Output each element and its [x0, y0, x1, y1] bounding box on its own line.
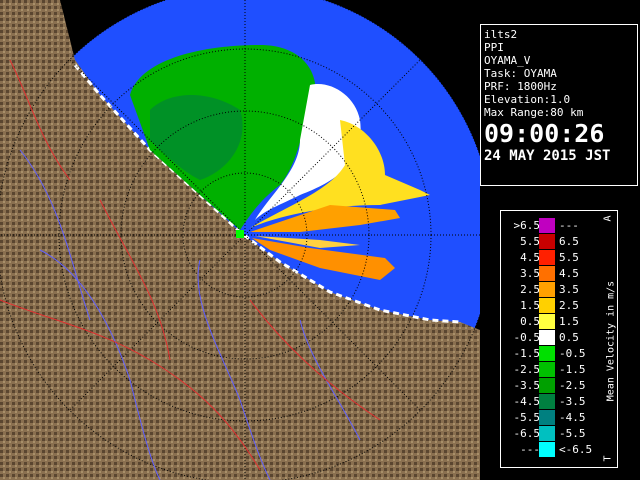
legend-color-swatch [539, 314, 555, 329]
legend-color-swatch [539, 442, 555, 457]
legend-row-lower-label: 5.5 [520, 235, 540, 248]
legend-row: -1.5 -0.5 [501, 346, 601, 361]
legend-color-swatch [539, 218, 555, 233]
legend-row: 1.5 2.5 [501, 298, 601, 313]
legend-row-lower-label: -5.5 [513, 411, 541, 424]
legend-row-upper-label: 6.5 [559, 235, 579, 248]
legend-row: 2.5 3.5 [501, 282, 601, 297]
legend-row-upper-label: <-6.5 [559, 443, 593, 456]
legend-row: -4.5 -3.5 [501, 394, 601, 409]
legend-color-swatch [539, 250, 555, 265]
legend-row: -6.5 -5.5 [501, 426, 601, 441]
info-product: PPI [484, 41, 504, 54]
legend-row-lower-label: >6.5 [513, 219, 541, 232]
legend-row: 5.5 6.5 [501, 234, 601, 249]
info-site: OYAMA_V [484, 54, 531, 67]
legend-title: Mean Velocity in m/s [605, 280, 617, 402]
info-panel: ilts2 PPI OYAMA_V Task: OYAMA PRF: 1800H… [480, 24, 638, 186]
info-date: 24 MAY 2015 JST [484, 148, 611, 164]
legend-row-upper-label: 1.5 [559, 315, 579, 328]
info-radar-name: ilts2 [484, 28, 518, 41]
legend-row: -2.5 -1.5 [501, 362, 601, 377]
info-task: Task: OYAMA [484, 67, 557, 80]
legend-row-upper-label: -2.5 [559, 379, 586, 392]
legend-row-upper-label: -3.5 [559, 395, 586, 408]
legend-color-swatch [539, 394, 555, 409]
legend-row: -5.5 -4.5 [501, 410, 601, 425]
legend-row-upper-label: 2.5 [559, 299, 579, 312]
legend-row-lower-label: 4.5 [520, 251, 540, 264]
legend-color-swatch [539, 362, 555, 377]
legend-row: --- <-6.5 [501, 442, 601, 457]
legend-color-swatch [539, 426, 555, 441]
legend-row-lower-label: 1.5 [520, 299, 540, 312]
info-time: 09:00:26 [484, 119, 605, 148]
legend-row: -3.5 -2.5 [501, 378, 601, 393]
legend-color-swatch [539, 330, 555, 345]
legend-color-swatch [539, 282, 555, 297]
legend-row: 0.5 1.5 [501, 314, 601, 329]
legend-row-upper-label: -1.5 [559, 363, 586, 376]
radar-site-marker [236, 230, 244, 238]
legend-row-upper-label: 0.5 [559, 331, 579, 344]
legend-row-lower-label: 2.5 [520, 283, 540, 296]
legend-corner-bottom-label: T [602, 455, 614, 462]
legend-row-lower-label: -3.5 [513, 379, 541, 392]
legend-row-lower-label: --- [520, 443, 540, 456]
legend-color-swatch [539, 346, 555, 361]
legend-row: -0.5 0.5 [501, 330, 601, 345]
legend-color-swatch [539, 378, 555, 393]
legend-row-lower-label: -0.5 [513, 331, 541, 344]
velocity-legend: >6.5 --- 5.5 6.5 4.5 5.5 3.5 4.5 2.5 3.5 1.5 2.5 0.5… [500, 210, 618, 468]
legend-row-lower-label: 3.5 [520, 267, 540, 280]
radar-display: ilts2 PPI OYAMA_V Task: OYAMA PRF: 1800H… [0, 0, 640, 480]
legend-row: 3.5 4.5 [501, 266, 601, 281]
legend-row-lower-label: -2.5 [513, 363, 541, 376]
legend-row-upper-label: --- [559, 219, 579, 232]
legend-corner-top-label: A [602, 215, 614, 222]
legend-color-swatch [539, 266, 555, 281]
radar-map-svg [0, 0, 480, 480]
legend-row-lower-label: -4.5 [513, 395, 541, 408]
legend-row-lower-label: 0.5 [520, 315, 540, 328]
legend-row-upper-label: -4.5 [559, 411, 586, 424]
legend-row-upper-label: -5.5 [559, 427, 586, 440]
info-prf: PRF: 1800Hz [484, 80, 557, 93]
legend-row: >6.5 --- [501, 218, 601, 233]
legend-color-swatch [539, 234, 555, 249]
legend-row-lower-label: -1.5 [513, 347, 541, 360]
legend-row-upper-label: 4.5 [559, 267, 579, 280]
legend-color-swatch [539, 298, 555, 313]
legend-row-upper-label: 5.5 [559, 251, 579, 264]
legend-color-swatch [539, 410, 555, 425]
info-elevation: Elevation:1.0 [484, 93, 571, 106]
info-max-range: Max Range:80 km [484, 106, 584, 119]
legend-row: 4.5 5.5 [501, 250, 601, 265]
radar-ppi-view[interactable] [0, 0, 480, 480]
legend-row-upper-label: -0.5 [559, 347, 586, 360]
legend-row-upper-label: 3.5 [559, 283, 579, 296]
legend-row-lower-label: -6.5 [513, 427, 541, 440]
